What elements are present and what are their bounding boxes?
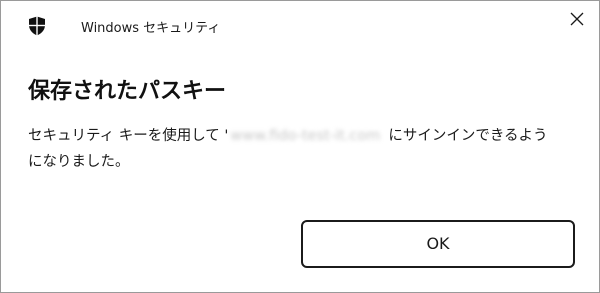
shield-icon [28,16,46,36]
dialog-footer: OK [1,201,599,292]
dialog-heading: 保存されたパスキー [28,79,227,104]
message-suffix-line2: になりました。 [28,154,130,170]
redacted-site-url: www.fido-test-it.com [230,128,381,144]
window-title: Windows セキュリティ [81,21,221,36]
close-button[interactable] [557,3,597,35]
title-bar: Windows セキュリティ [1,1,599,51]
dialog-window: Windows セキュリティ 保存されたパスキー セキュリティ キーを使用して … [0,0,600,293]
ok-button[interactable]: OK [301,220,575,268]
close-icon [570,12,584,26]
message-suffix: にサインインできるよう [388,128,548,144]
message-prefix: セキュリティ キーを使用して ' [28,128,229,144]
dialog-message: セキュリティ キーを使用して ' www.fido-test-it.com にサイン… [28,123,583,175]
